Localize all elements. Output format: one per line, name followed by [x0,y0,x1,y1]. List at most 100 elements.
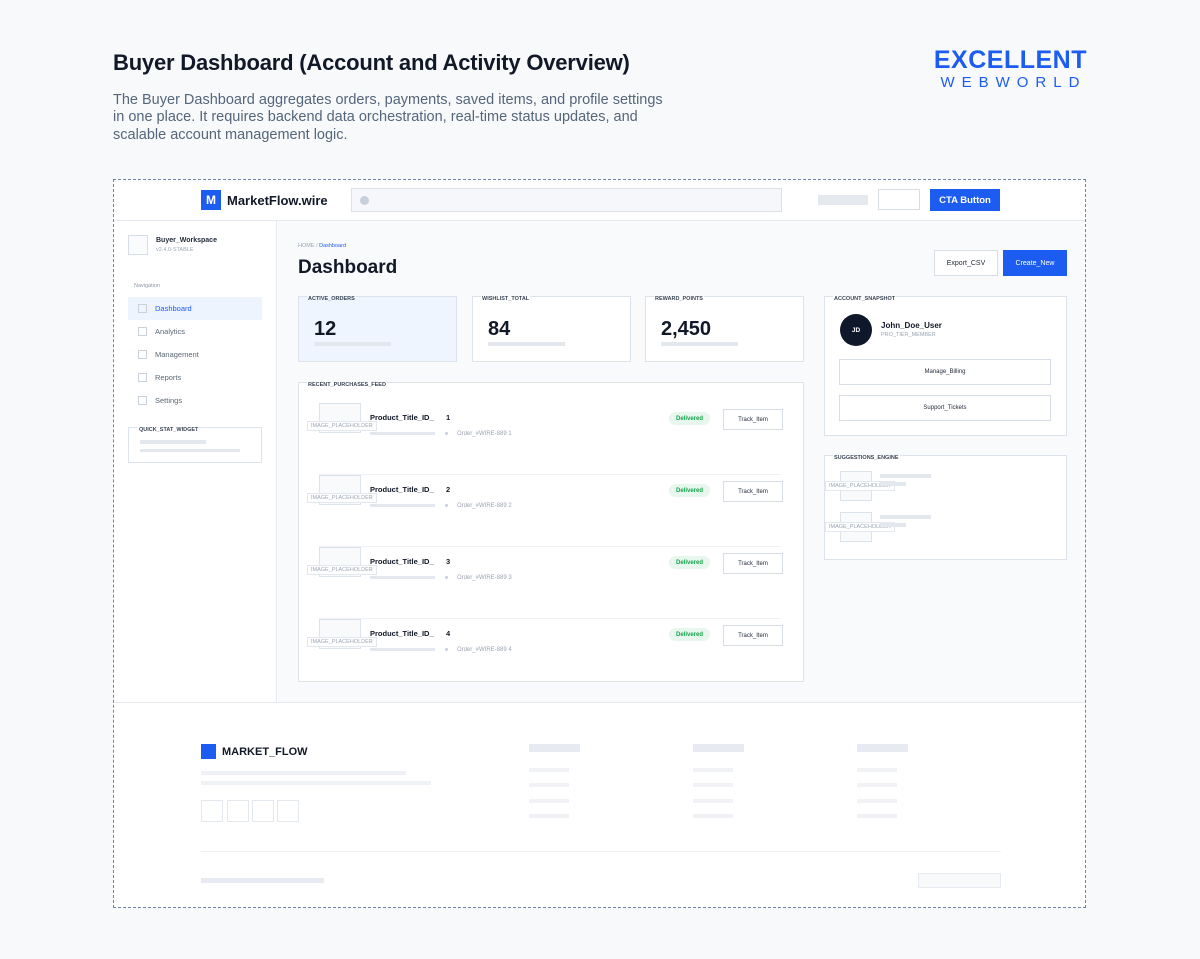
brand-logo-top: EXCELLENT [933,46,1087,74]
footer-link[interactable] [693,783,733,787]
social-icon[interactable] [227,800,249,822]
track-item-button[interactable]: Track_Item [723,553,783,574]
footer-link[interactable] [693,814,733,818]
main-content: HOME / Dashboard Dashboard Export_CSV Cr… [278,221,1085,702]
order-id: Order_#WIRE-889 2 [457,503,512,509]
nav-placeholder-button[interactable] [878,189,920,210]
stat-card-reward-points: REWARD_POINTS 2,450 [645,296,804,362]
placeholder-line [140,449,240,452]
footer: MARKET_FLOW [114,702,1085,907]
footer-link[interactable] [857,814,897,818]
stat-label: WISHLIST_TOTAL [481,296,531,302]
wireframe-frame: M MarketFlow.wire CTA Button Buyer_Works… [113,179,1086,908]
sidebar-item-analytics[interactable]: Analytics [128,320,262,343]
placeholder-line [880,515,931,519]
bullet-dot [445,648,448,651]
footer-link[interactable] [857,783,897,787]
sidebar-item-settings[interactable]: Settings [128,389,262,412]
footer-copyright-placeholder [201,878,324,883]
avatar[interactable]: JD [840,314,872,346]
suggestion-item[interactable]: IMAGE_PLACEHOLDER [825,512,1060,542]
suggestion-item[interactable]: IMAGE_PLACEHOLDER [825,471,1060,501]
bullet-dot [445,504,448,507]
product-title[interactable]: Product_Title_ID_ [370,413,434,422]
nav-section-title: Navigation [134,283,160,289]
workspace-icon [128,235,148,255]
social-icon[interactable] [277,800,299,822]
sidebar-item-label: Reports [155,373,182,382]
dashboard-icon [138,304,147,313]
footer-logo[interactable]: MARKET_FLOW [201,744,308,759]
breadcrumb-home[interactable]: HOME / [298,243,318,249]
placeholder-line [880,523,906,527]
reports-icon [138,373,147,382]
placeholder-line [370,432,435,435]
support-tickets-button[interactable]: Support_Tickets [839,395,1051,421]
placeholder-line [370,576,435,579]
placeholder-line [370,648,435,651]
dashboard-title: Dashboard [298,257,398,278]
search-input[interactable] [351,188,782,212]
product-title[interactable]: Product_Title_ID_ [370,485,434,494]
product-number: 1 [446,413,451,422]
product-title[interactable]: Product_Title_ID_ [370,629,434,638]
feed-label: RECENT_PURCHASES_FEED [307,382,387,388]
sidebar-item-management[interactable]: Management [128,343,262,366]
track-item-button[interactable]: Track_Item [723,625,783,646]
placeholder-line [661,342,738,346]
manage-billing-button[interactable]: Manage_Billing [839,359,1051,385]
footer-link[interactable] [693,768,733,772]
page-description: The Buyer Dashboard aggregates orders, p… [113,92,663,143]
footer-column-heading [693,744,744,752]
workspace-version: v2.4.0-STABLE [156,247,194,253]
sidebar-nav: Dashboard Analytics Management Reports S… [128,297,262,412]
page-title: Buyer Dashboard (Account and Activity Ov… [113,50,630,75]
status-badge: Delivered [669,412,711,425]
track-item-button[interactable]: Track_Item [723,481,783,502]
purchase-row: IMAGE_PLACEHOLDER Product_Title_ID_ 3 Or… [307,547,783,619]
sidebar: Buyer_Workspace v2.4.0-STABLE Navigation… [114,221,277,702]
footer-link[interactable] [529,814,569,818]
product-title[interactable]: Product_Title_ID_ [370,557,434,566]
settings-icon [138,396,147,405]
app-logo[interactable]: M MarketFlow.wire [201,190,328,210]
footer-link[interactable] [529,799,569,803]
management-icon [138,350,147,359]
footer-placeholder-button[interactable] [918,873,1001,888]
export-csv-button[interactable]: Export_CSV [934,250,998,276]
account-snapshot: ACCOUNT_SNAPSHOT JD John_Doe_User PRO_TI… [824,296,1067,436]
nav-placeholder-link[interactable] [818,195,868,205]
footer-link[interactable] [857,799,897,803]
widget-label: QUICK_STAT_WIDGET [138,427,200,433]
placeholder-line [140,440,206,444]
recent-purchases-feed: RECENT_PURCHASES_FEED IMAGE_PLACEHOLDER … [298,382,804,682]
social-icon[interactable] [201,800,223,822]
product-number: 3 [446,557,451,566]
footer-link[interactable] [857,768,897,772]
breadcrumb-current: Dashboard [319,243,347,249]
sidebar-item-dashboard[interactable]: Dashboard [128,297,262,320]
sidebar-item-reports[interactable]: Reports [128,366,262,389]
cta-button[interactable]: CTA Button [930,189,1000,211]
footer-link[interactable] [693,799,733,803]
placeholder-line [201,781,431,785]
order-id: Order_#WIRE-889 4 [457,647,512,653]
workspace-switcher[interactable]: Buyer_Workspace v2.4.0-STABLE [128,235,217,255]
footer-link[interactable] [529,783,569,787]
image-placeholder-tag: IMAGE_PLACEHOLDER [307,493,377,503]
sidebar-item-label: Analytics [155,327,186,336]
track-item-button[interactable]: Track_Item [723,409,783,430]
sidebar-item-label: Settings [155,396,183,405]
status-badge: Delivered [669,628,711,641]
order-id: Order_#WIRE-889 1 [457,431,512,437]
sidebar-item-label: Dashboard [155,304,192,313]
stat-card-active-orders: ACTIVE_ORDERS 12 [298,296,457,362]
create-new-button[interactable]: Create_New [1003,250,1067,276]
placeholder-line [488,342,565,346]
image-placeholder-tag: IMAGE_PLACEHOLDER [307,637,377,647]
breadcrumb: HOME / Dashboard [298,243,346,249]
image-placeholder-tag: IMAGE_PLACEHOLDER [307,565,377,575]
footer-link[interactable] [529,768,569,772]
social-icon[interactable] [252,800,274,822]
bullet-dot [445,432,448,435]
